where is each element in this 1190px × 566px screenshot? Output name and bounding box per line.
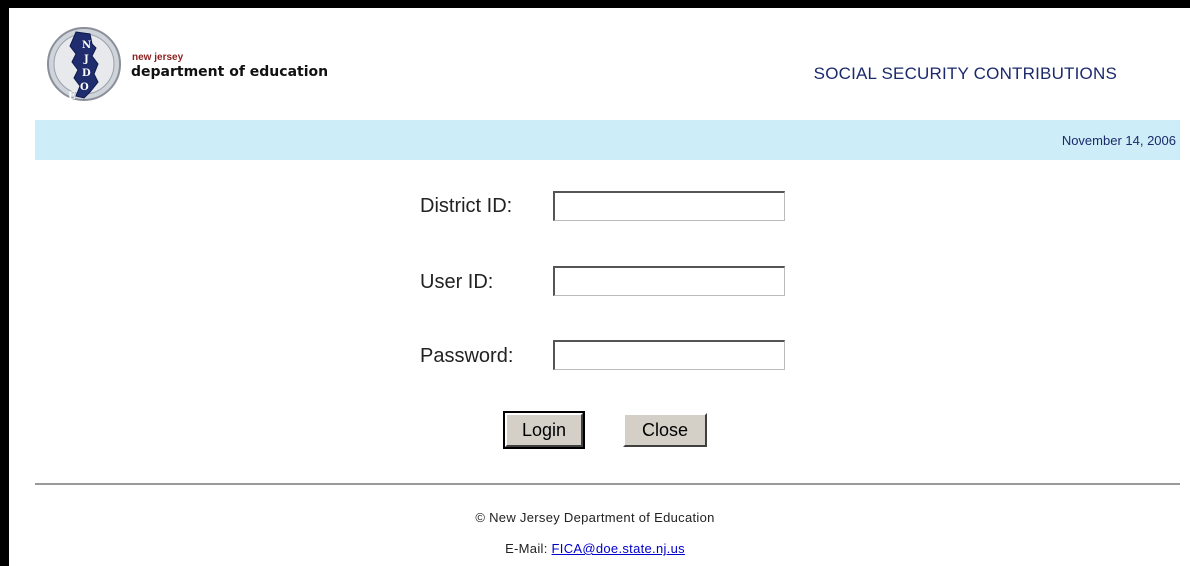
district-id-field[interactable]	[553, 191, 785, 221]
email-link[interactable]: FICA@doe.state.nj.us	[552, 541, 685, 556]
svg-text:E: E	[68, 91, 76, 102]
copyright-text: © New Jersey Department of Education	[475, 510, 715, 525]
date-banner: November 14, 2006	[35, 120, 1180, 160]
footer-email-line: E-Mail: FICA@doe.state.nj.us	[0, 541, 1190, 556]
logo-department-text: department of education	[131, 64, 329, 80]
district-id-label: District ID:	[420, 195, 513, 217]
footer-divider	[35, 483, 1180, 485]
email-label: E-Mail:	[505, 541, 548, 556]
window-frame-top	[0, 0, 1190, 8]
user-id-field[interactable]	[553, 266, 785, 296]
svg-text:O: O	[80, 82, 89, 93]
njdoe-logo: N J D O E new jersey department of educa…	[40, 24, 340, 104]
window-frame-left	[0, 0, 9, 566]
close-button[interactable]: Close	[623, 413, 707, 447]
password-label: Password:	[420, 345, 514, 367]
password-field[interactable]	[553, 340, 785, 370]
nj-doe-emblem-icon: N J D O E	[47, 27, 121, 102]
svg-text:D: D	[82, 68, 91, 79]
svg-text:N: N	[82, 40, 91, 51]
current-date: November 14, 2006	[1061, 133, 1176, 148]
user-id-label: User ID:	[420, 271, 494, 293]
logo-state-text: new jersey	[132, 52, 184, 63]
login-button[interactable]: Login	[503, 411, 585, 449]
svg-text:J: J	[83, 54, 89, 65]
page-title: SOCIAL SECURITY CONTRIBUTIONS	[813, 64, 1117, 83]
